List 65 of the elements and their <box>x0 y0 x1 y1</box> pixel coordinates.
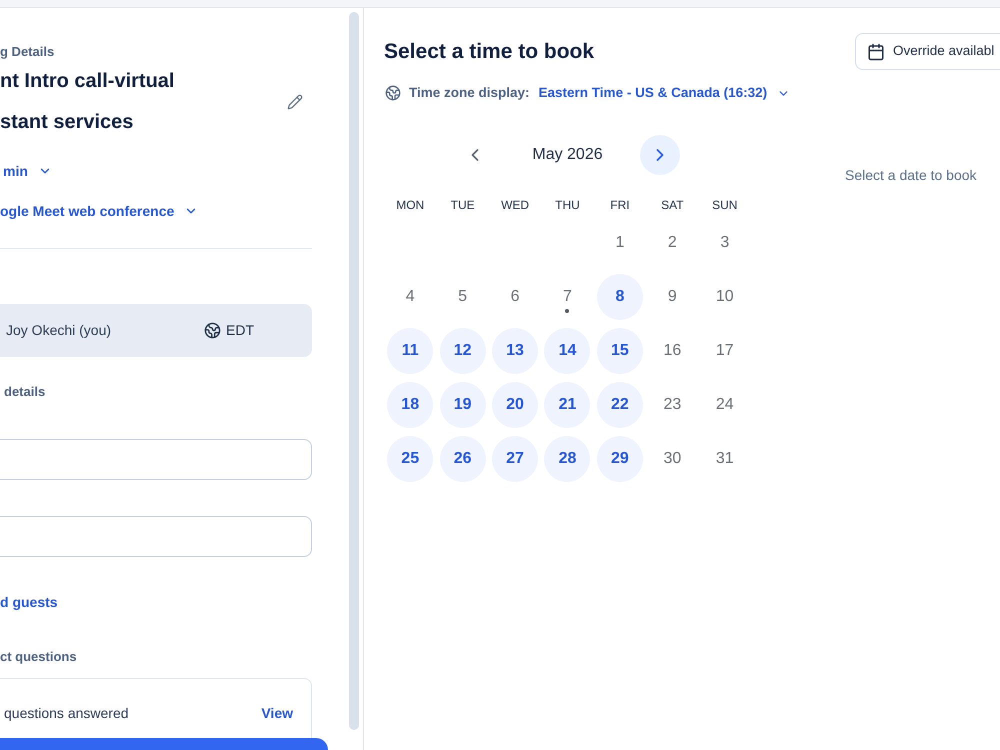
meeting-title: nt Intro call-virtual <box>0 69 174 94</box>
weekday-label: FRI <box>610 197 630 213</box>
calendar-day: 9 <box>668 287 677 307</box>
calendar-day[interactable]: 18 <box>387 382 434 428</box>
globe-icon <box>204 322 221 339</box>
calendar-day[interactable]: 22 <box>596 382 643 428</box>
calendar-day: 30 <box>663 449 682 469</box>
duration-dropdown[interactable]: min <box>0 161 52 181</box>
weekday-label: MON <box>396 197 424 213</box>
date-hint: Select a date to book <box>845 167 977 183</box>
calendar-day[interactable]: 15 <box>596 328 643 374</box>
view-link[interactable]: View <box>261 703 293 723</box>
timezone-label: Time zone display: <box>409 84 530 102</box>
host-name: Joy Okechi (you) <box>6 321 112 340</box>
calendar-day[interactable]: 20 <box>492 382 538 428</box>
calendar-day: 1 <box>615 233 624 253</box>
calendar-day[interactable]: 11 <box>387 328 434 374</box>
timezone-dropdown[interactable]: Eastern Time - US & Canada (16:32) <box>538 83 790 103</box>
calendar-day: 24 <box>716 395 734 415</box>
meeting-title: stant services <box>0 110 134 135</box>
calendar-day: 3 <box>720 233 730 253</box>
calendar-day: 6 <box>510 287 520 307</box>
override-button[interactable]: Override availabl <box>855 33 1000 70</box>
guests-link[interactable]: d guests <box>0 592 58 612</box>
calendar-day: 16 <box>663 341 682 361</box>
globe-icon <box>385 85 401 101</box>
action-button[interactable] <box>0 738 328 750</box>
pencil-icon[interactable] <box>287 94 303 110</box>
weekday-label: SAT <box>661 197 684 213</box>
calendar-day: 17 <box>716 341 734 361</box>
calendar-icon <box>867 42 885 60</box>
calendar-day: 31 <box>716 449 734 469</box>
calendar-day[interactable]: 21 <box>544 382 590 428</box>
page-title: Select a time to book <box>384 38 594 64</box>
calendar-day[interactable]: 26 <box>440 436 486 482</box>
next-month-button[interactable] <box>640 135 680 175</box>
calendar-day[interactable]: 13 <box>492 328 538 374</box>
calendar-day: 7 <box>563 287 572 307</box>
weekday-label: WED <box>501 197 530 213</box>
calendar-day: 23 <box>663 395 682 415</box>
calendar-day: 4 <box>406 287 415 307</box>
calendar-day: 5 <box>458 287 468 307</box>
weekday-label: TUE <box>450 197 475 213</box>
calendar-day: 10 <box>716 287 734 307</box>
input-field[interactable] <box>0 439 312 480</box>
input-field[interactable] <box>0 516 312 557</box>
weekday-label: THU <box>555 197 580 213</box>
calendar-day[interactable]: 28 <box>544 436 590 482</box>
weekday-label: SUN <box>712 197 738 213</box>
calendar-day: 2 <box>668 233 677 253</box>
section-label: details <box>3 383 46 401</box>
questions-summary: questions answered <box>4 704 129 723</box>
calendar-day[interactable]: 25 <box>387 436 434 482</box>
month-label: May 2026 <box>532 145 603 165</box>
calendar-day[interactable]: 14 <box>544 328 590 374</box>
calendar-day[interactable]: 8 <box>596 274 643 320</box>
calendar-day[interactable]: 12 <box>440 328 486 374</box>
section-label: g Details <box>0 43 54 61</box>
timezone-label: EDT <box>226 321 254 340</box>
section-label: ct questions <box>0 648 77 666</box>
calendar-day[interactable]: 19 <box>440 382 486 428</box>
calendar-day[interactable]: 29 <box>596 436 643 482</box>
calendar-day[interactable]: 27 <box>492 436 538 482</box>
location-dropdown[interactable]: ogle Meet web conference <box>0 201 198 221</box>
scrollbar-thumb[interactable] <box>349 12 359 730</box>
